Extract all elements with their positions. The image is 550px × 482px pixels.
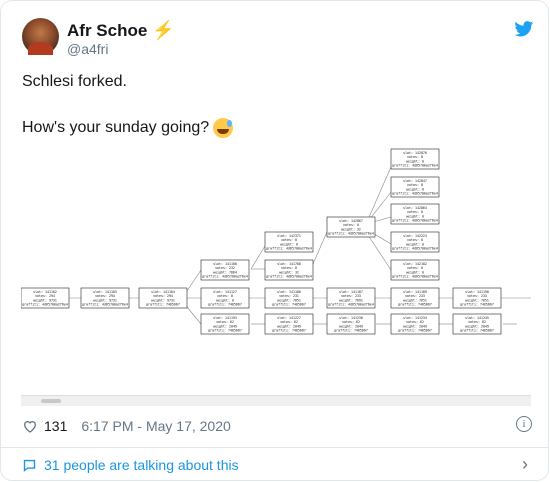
- graph-node-label: graffiti: 4d65700a2f6e4: [392, 275, 438, 279]
- graph-node: slot: 141190votes: 233weight: 7651graffi…: [452, 287, 502, 309]
- tweet-timestamp[interactable]: 6:17 PM - May 17, 2020: [81, 418, 230, 434]
- graph-node: slot: 141230votes: 62weight: 2049graffit…: [326, 313, 376, 335]
- display-name-text[interactable]: Afr Schoe: [67, 21, 147, 41]
- graph-node-label: graffiti: 4d65700a2f6e4: [392, 164, 438, 168]
- graph-node: slot: 141227votes: 62weight: 2049graffit…: [264, 313, 314, 335]
- graph-node: slot: 141103votes: 294weight: 9731graffi…: [80, 287, 130, 309]
- graph-node-label: graffiti: 4d65700a2f6e4: [202, 275, 248, 279]
- graph-node-label: graffiti: 7465667: [272, 303, 306, 307]
- graph-node-label: graffiti: 7465667: [460, 303, 494, 307]
- chevron-right-icon[interactable]: ›: [522, 455, 528, 473]
- info-icon[interactable]: i: [516, 416, 532, 432]
- avatar[interactable]: [22, 18, 59, 55]
- graph-node: slot: 142876votes: 0weight: 0graffiti: 4…: [390, 148, 440, 170]
- lightning-icon: ⚡: [152, 20, 175, 40]
- graph-node-label: graffiti: 4d65700a2f6e4: [392, 192, 438, 196]
- graph-node-label: graffiti: 4d65700a2f6e4: [328, 232, 374, 236]
- fork-choice-graph: slot: 142876votes: 0weight: 0graffiti: 4…: [21, 148, 531, 335]
- graph-node-label: graffiti: 7465667: [146, 303, 180, 307]
- graph-node: slot: 141234votes: 62weight: 2049graffit…: [390, 313, 440, 335]
- graph-node: slot: 142847votes: 0weight: 0graffiti: 4…: [390, 176, 440, 198]
- graph-node: slot: 142371votes: 0weight: 0graffiti: 4…: [264, 231, 314, 253]
- like-count[interactable]: 131: [44, 418, 67, 434]
- conversation-link[interactable]: 31 people are talking about this ›: [22, 455, 532, 474]
- twitter-bird-icon[interactable]: [514, 21, 534, 37]
- user-handle[interactable]: @a4fri: [67, 41, 108, 57]
- graph-node-label: graffiti: 4d65700a2f6e4: [392, 219, 438, 223]
- graph-node-label: graffiti: 4d65700a2f6e4: [266, 275, 312, 279]
- graph-node-label: graffiti: 7465667: [272, 329, 306, 333]
- graph-node: slot: 141104votes: 294weight: 9731graffi…: [138, 287, 188, 309]
- graph-node: slot: 141788votes: 0weight: 32graffiti: …: [264, 259, 314, 281]
- graph-node: slot: 142182votes: 0weight: 0graffiti: 4…: [390, 259, 440, 281]
- graph-node: slot: 142867votes: 0weight: 32graffiti: …: [326, 216, 376, 238]
- tweet-text-line2: How's your sunday going?: [22, 118, 234, 138]
- heart-icon[interactable]: [22, 418, 38, 434]
- conversation-link-text[interactable]: 31 people are talking about this: [44, 457, 239, 473]
- graph-node-label: graffiti: 4d65700a2f6e4: [82, 303, 128, 307]
- graph-node: slot: 142864votes: 0weight: 0graffiti: 4…: [390, 203, 440, 225]
- speech-bubble-icon: [23, 459, 36, 472]
- graph-node: slot: 142223votes: 0weight: 0graffiti: 4…: [390, 231, 440, 253]
- graph-node: slot: 141193votes: 62weight: 2049graffit…: [200, 313, 250, 335]
- graph-node-label: graffiti: 7465667: [460, 329, 494, 333]
- graph-node: slot: 141180votes: 232weight: 7664graffi…: [200, 259, 250, 281]
- graph-node-label: graffiti: 4d65700a2f6e4: [392, 247, 438, 251]
- graph-node: slot: 141245votes: 62weight: 2049graffit…: [452, 313, 502, 335]
- graph-node: slot: 141102votes: 294weight: 9731graffi…: [21, 287, 70, 309]
- divider: [1, 447, 548, 448]
- graph-node: slot: 141127votes: 0weight: 0graffiti: 7…: [200, 287, 250, 309]
- tweet-card[interactable]: Afr Schoe ⚡ @a4fri Schlesi forked. How's…: [0, 0, 549, 481]
- tweet-text-line2-text: How's your sunday going?: [22, 119, 210, 136]
- graph-node-label: graffiti: 4d65700a2f6e4: [22, 303, 68, 307]
- graph-node-label: graffiti: 7465667: [398, 329, 432, 333]
- graph-node-label: graffiti: 4d65700a2f6e4: [328, 303, 374, 307]
- graph-node-label: graffiti: 4d65700a2f6e4: [266, 247, 312, 251]
- tweet-text-line1: Schlesi forked.: [22, 73, 127, 90]
- graph-node: slot: 141186votes: 231weight: 7651graffi…: [264, 287, 314, 309]
- graph-node: slot: 141187votes: 233weight: 7691graffi…: [326, 287, 376, 309]
- display-name[interactable]: Afr Schoe ⚡: [67, 20, 175, 41]
- graph-node-label: graffiti: 7465667: [398, 303, 432, 307]
- graph-node-label: graffiti: 7465667: [208, 329, 242, 333]
- graph-node: slot: 141189votes: 233weight: 7651graffi…: [390, 287, 440, 309]
- graph-node-label: graffiti: 7465667: [208, 303, 242, 307]
- scrollbar-thumb[interactable]: [41, 399, 61, 403]
- sweat-smile-emoji: [213, 118, 234, 138]
- graph-node-label: graffiti: 7465667: [334, 329, 368, 333]
- tweet-meta: 131 6:17 PM - May 17, 2020 i: [22, 416, 532, 436]
- horizontal-scrollbar[interactable]: [21, 395, 531, 406]
